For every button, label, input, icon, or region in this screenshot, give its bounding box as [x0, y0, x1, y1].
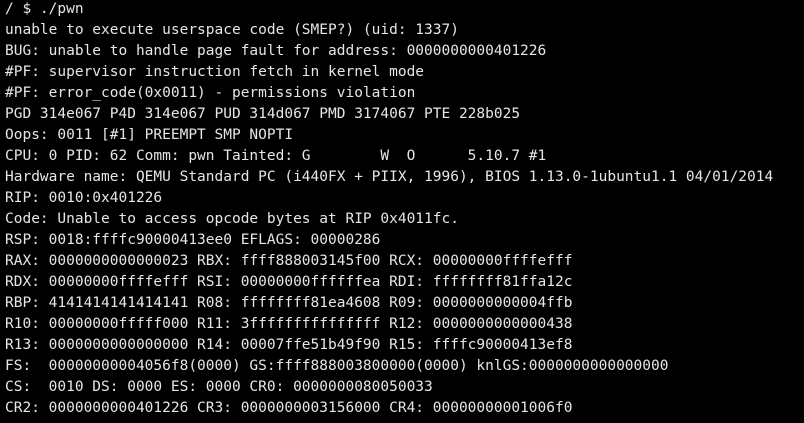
- terminal-window[interactable]: / $ ./pwn unable to execute userspace co…: [0, 0, 804, 422]
- fs-line: FS: 00000000004056f8(0000) GS:ffff888003…: [5, 358, 669, 374]
- smep-message: unable to execute userspace code (SMEP?)…: [5, 22, 459, 38]
- rbp-line: RBP: 4141414141414141 R08: ffffffff81ea4…: [5, 295, 573, 311]
- rax-line: RAX: 0000000000000023 RBX: ffff888003145…: [5, 253, 573, 269]
- shell-prompt-command: / $ ./pwn: [5, 1, 84, 17]
- cs-line: CS: 0010 DS: 0000 ES: 0000 CR0: 00000000…: [5, 379, 433, 395]
- rdx-line: RDX: 00000000ffffefff RSI: 00000000fffff…: [5, 274, 573, 290]
- r10-line: R10: 00000000fffff000 R11: 3ffffffffffff…: [5, 316, 573, 332]
- oops-line: Oops: 0011 [#1] PREEMPT SMP NOPTI: [5, 127, 294, 143]
- rsp-line: RSP: 0018:ffffc90000413ee0 EFLAGS: 00000…: [5, 232, 381, 248]
- page-table-line: PGD 314e067 P4D 314e067 PUD 314d067 PMD …: [5, 106, 521, 122]
- cpu-pid-line: CPU: 0 PID: 62 Comm: pwn Tainted: G W O …: [5, 148, 547, 164]
- pf-fetch-line: #PF: supervisor instruction fetch in ker…: [5, 64, 425, 80]
- code-line: Code: Unable to access opcode bytes at R…: [5, 211, 459, 227]
- hardware-name-line: Hardware name: QEMU Standard PC (i440FX …: [5, 169, 774, 185]
- pf-error-code-line: #PF: error_code(0x0011) - permissions vi…: [5, 85, 416, 101]
- rip-line: RIP: 0010:0x401226: [5, 190, 163, 206]
- bug-line: BUG: unable to handle page fault for add…: [5, 43, 547, 59]
- r13-line: R13: 0000000000000000 R14: 00007ffe51b49…: [5, 337, 573, 353]
- cr2-line: CR2: 0000000000401226 CR3: 0000000003156…: [5, 400, 573, 416]
